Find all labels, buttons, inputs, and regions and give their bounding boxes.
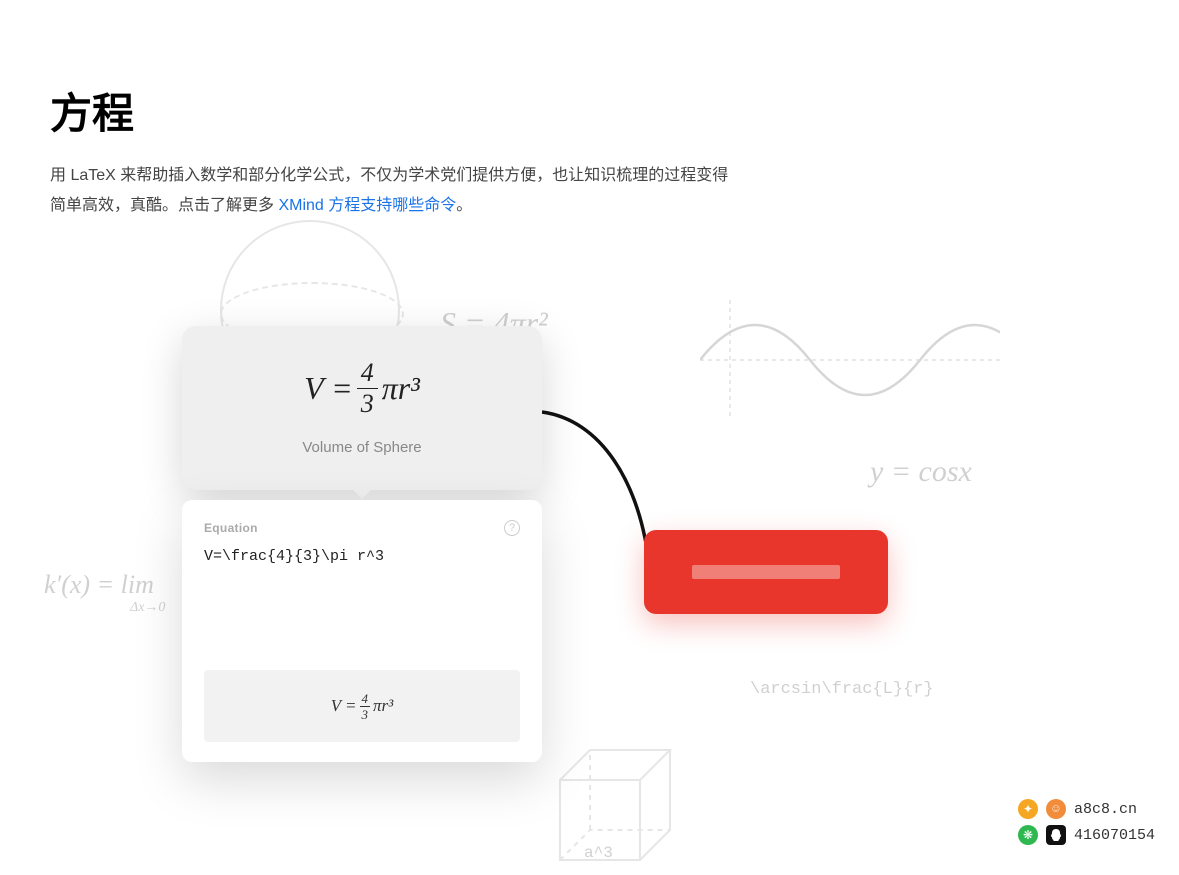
qq-icon <box>1046 825 1066 845</box>
topic-node-placeholder <box>692 565 840 579</box>
preview-den: 3 <box>362 707 369 721</box>
footer-qq: 416070154 <box>1074 827 1155 844</box>
topic-node[interactable] <box>644 530 888 614</box>
eq-right: πr³ <box>382 370 420 407</box>
bg-equation-cosine: y = cosx <box>870 455 972 489</box>
equation-input[interactable]: V=\frac{4}{3}\pi r^3 <box>204 548 520 565</box>
equation-rendered: V = 4 3 πr³ <box>304 360 420 417</box>
bg-equation-cube: a^3 <box>584 844 613 862</box>
help-icon[interactable]: ? <box>504 520 520 536</box>
cosine-graph-icon <box>700 300 1000 425</box>
equation-preview: V = 4 3 πr³ <box>204 670 520 742</box>
preview-right: πr³ <box>373 696 393 716</box>
footer-contact: ✦ ☺ a8c8.cn ❋ 416070154 <box>1018 799 1155 845</box>
bg-equation-limit: k′(x) = lim <box>44 570 154 600</box>
preview-left: V = <box>331 696 357 716</box>
bg-equation-arcsin: \arcsin\frac{L}{r} <box>750 680 934 699</box>
badge-icon: ✦ <box>1018 799 1038 819</box>
wechat-icon: ❋ <box>1018 825 1038 845</box>
equation-label: Volume of Sphere <box>302 439 421 456</box>
equation-popover: V = 4 3 πr³ Volume of Sphere <box>182 326 542 490</box>
eq-left: V = <box>304 370 353 407</box>
badge-icon: ☺ <box>1046 799 1066 819</box>
bg-equation-limit-sub: Δx→0 <box>130 600 165 616</box>
page-title: 方程 <box>50 80 1129 141</box>
footer-site: a8c8.cn <box>1074 801 1137 818</box>
eq-frac-den: 3 <box>361 389 374 417</box>
preview-num: 4 <box>360 692 371 707</box>
equation-editor-panel: Equation ? V=\frac{4}{3}\pi r^3 V = 4 3 … <box>182 500 542 762</box>
eq-frac-num: 4 <box>357 360 378 389</box>
illustration-canvas: S = 4πr² pi r^2 k′(x) = lim Δx→0 y = cos… <box>0 200 1179 861</box>
editor-title: Equation <box>204 521 258 535</box>
